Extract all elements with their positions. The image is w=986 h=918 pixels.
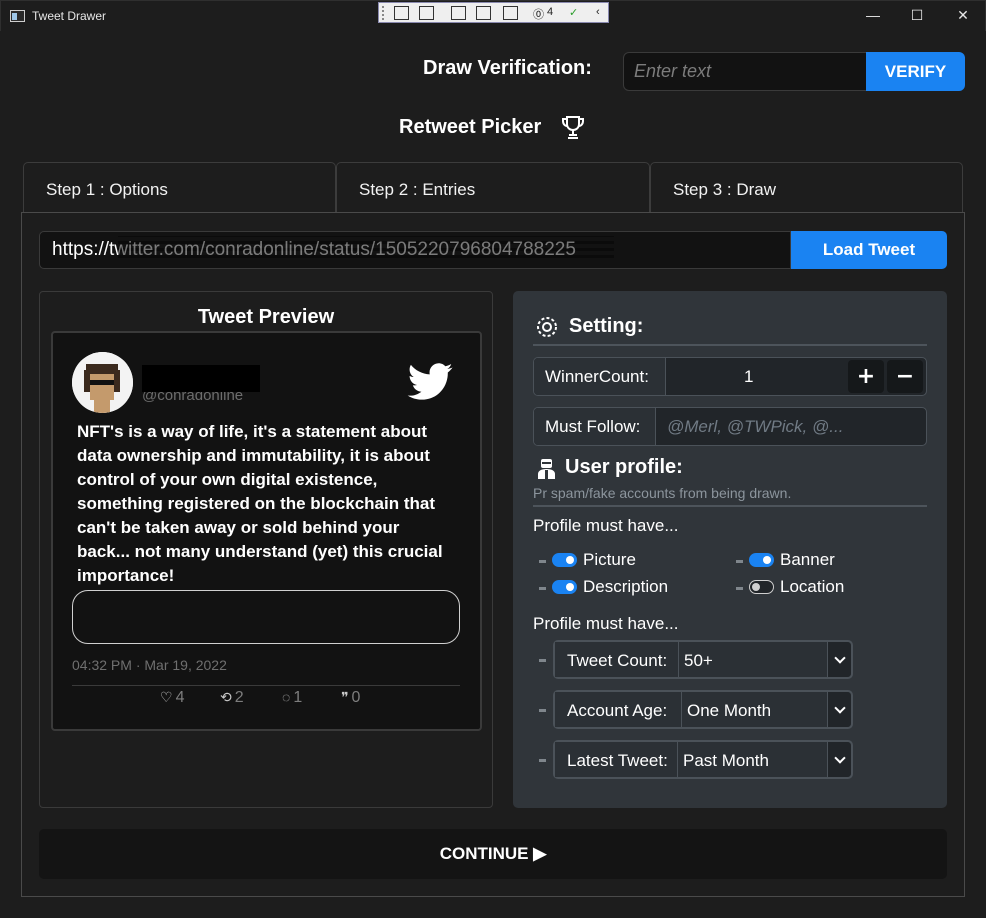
maximize-button[interactable]: ☐ [907, 7, 927, 24]
description-toggle-label: Description [583, 577, 669, 596]
tab-entries[interactable]: Step 2 : Entries [336, 162, 650, 212]
retweets-count: 2 [234, 689, 244, 706]
replies-count: 1 [293, 689, 303, 706]
tab-draw[interactable]: Step 3 : Draw [650, 162, 963, 212]
app-icon [10, 10, 25, 22]
chevron-down-icon[interactable] [827, 742, 851, 777]
picture-toggle-label: Picture [583, 550, 636, 569]
tweet-count-label: Tweet Count: [555, 642, 679, 677]
likes-stat: ♡ 4 [160, 689, 184, 707]
reply-icon: ◌ [282, 689, 291, 705]
chevron-down-icon[interactable] [827, 692, 851, 727]
draw-verification-label: Draw Verification: [423, 57, 592, 79]
bullet-dash [736, 560, 743, 563]
chevron-down-icon[interactable] [827, 642, 851, 677]
collapse-chevron-icon[interactable]: ‹ [596, 6, 600, 18]
tweet-divider [72, 685, 460, 686]
load-tweet-button[interactable]: Load Tweet [791, 231, 947, 269]
twitter-bird-icon [407, 363, 453, 400]
continue-button[interactable]: CONTINUE ▶ [39, 829, 947, 879]
must-follow-input[interactable] [656, 408, 926, 445]
profile-divider [533, 505, 927, 507]
quote-icon: ❞ [341, 689, 349, 705]
bullet-dash [539, 659, 546, 662]
description-toggle[interactable] [552, 580, 577, 594]
live-visual-tree-icon[interactable] [394, 6, 409, 20]
profile-must-have-label: Profile must have... [533, 516, 679, 535]
latest-tweet-select[interactable]: Latest Tweet: Past Month [553, 740, 853, 779]
bullet-dash [539, 759, 546, 762]
user-profile-icon [538, 459, 555, 479]
tweet-text: NFT's is a way of life, it's a statement… [77, 422, 443, 585]
trophy-icon [562, 116, 584, 139]
gear-icon [537, 317, 557, 337]
tweet-count-value: 50+ [684, 651, 713, 670]
user-profile-title: User profile: [565, 456, 683, 478]
minimize-button[interactable]: — [863, 7, 883, 23]
picture-toggle[interactable] [552, 553, 577, 567]
select-element-icon[interactable] [451, 6, 466, 20]
bullet-dash [539, 587, 546, 590]
banner-toggle[interactable] [749, 553, 774, 567]
winner-count-value[interactable]: 1 [744, 367, 753, 387]
debug-toolbar: ⓪ 4 ✓ ‹ [378, 2, 609, 23]
adorner-icon[interactable] [476, 6, 491, 20]
replies-stat: ◌ 1 [282, 689, 302, 707]
verify-button[interactable]: VERIFY [866, 52, 965, 91]
handle-redaction [142, 384, 260, 392]
setting-title: Setting: [569, 315, 644, 337]
account-age-label: Account Age: [555, 692, 682, 727]
title-bar: Tweet Drawer ⓪ 4 ✓ ‹ — ☐ ✕ [0, 0, 986, 31]
verification-input[interactable] [623, 52, 873, 91]
avatar [72, 352, 133, 413]
tab-options[interactable]: Step 1 : Options [23, 162, 336, 212]
bullet-dash [539, 709, 546, 712]
must-follow-label: Must Follow: [534, 408, 656, 445]
close-button[interactable]: ✕ [953, 7, 973, 24]
winner-count-label: WinnerCount: [534, 358, 666, 395]
location-toggle-label: Location [780, 577, 845, 596]
tweet-count-select[interactable]: Tweet Count: 50+ [553, 640, 853, 679]
must-follow-group: Must Follow: [533, 407, 927, 446]
bullet-dash [736, 587, 743, 590]
name-redaction [142, 365, 260, 385]
retweet-icon: ⟲ [220, 689, 232, 705]
account-age-value: One Month [687, 701, 772, 720]
binding-failures-count: 4 [547, 6, 554, 18]
heart-icon: ♡ [160, 689, 173, 705]
quotes-count: 0 [351, 689, 361, 706]
check-icon[interactable]: ✓ [569, 6, 578, 19]
winner-count-group: WinnerCount: 1 + − [533, 357, 927, 396]
increment-button[interactable]: + [848, 360, 884, 393]
profile-must-have-label-2: Profile must have... [533, 614, 679, 633]
retweets-stat: ⟲ 2 [220, 689, 244, 707]
toolbar-grip[interactable] [382, 6, 386, 20]
quotes-stat: ❞ 0 [341, 689, 360, 707]
video-icon[interactable] [419, 6, 434, 20]
tweet-date: 04:32 PM · Mar 19, 2022 [72, 657, 227, 673]
setting-divider [533, 344, 927, 346]
page-title: Retweet Picker [399, 116, 542, 138]
banner-toggle-label: Banner [780, 550, 835, 569]
likes-count: 4 [175, 689, 185, 706]
bullet-dash [539, 560, 546, 563]
latest-tweet-label: Latest Tweet: [555, 742, 678, 777]
tweet-preview-title: Tweet Preview [197, 306, 335, 328]
user-profile-subtitle: Pr spam/fake accounts from being drawn. [533, 485, 792, 501]
window-title: Tweet Drawer [32, 9, 107, 23]
location-toggle[interactable] [749, 580, 774, 594]
tweet-url-input[interactable] [39, 231, 791, 269]
track-focus-icon[interactable] [503, 6, 518, 20]
latest-tweet-value: Past Month [683, 751, 769, 770]
tweet-media-box [72, 590, 460, 644]
decrement-button[interactable]: − [887, 360, 923, 393]
binding-failures-icon[interactable]: ⓪ [533, 6, 544, 22]
account-age-select[interactable]: Account Age: One Month [553, 690, 853, 729]
